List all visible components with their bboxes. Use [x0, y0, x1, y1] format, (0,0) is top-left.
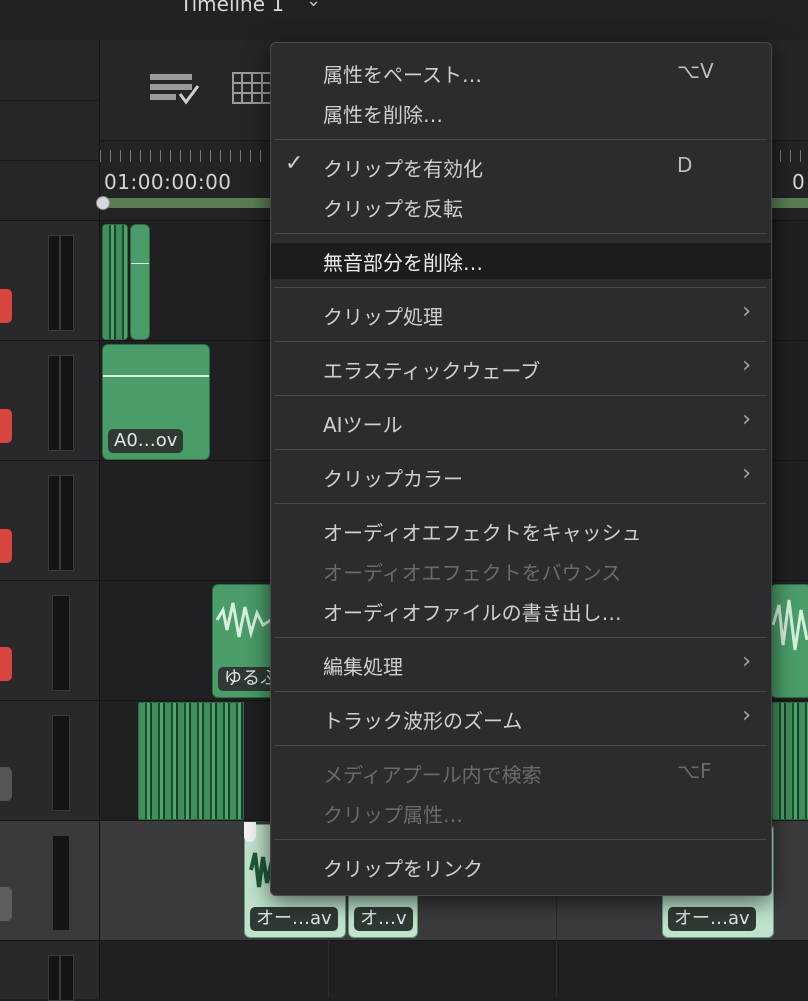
divider [0, 160, 99, 161]
track-header-a5[interactable] [0, 700, 100, 821]
clip-name-label: A0…ov [108, 429, 184, 453]
chevron-right-icon: › [742, 299, 751, 324]
record-arm-button[interactable] [0, 289, 12, 323]
record-arm-button[interactable] [0, 767, 12, 801]
audio-clip[interactable] [130, 224, 150, 340]
clip-name-label: オー…av [668, 907, 756, 931]
menu-separator [275, 637, 767, 638]
track-header-a7[interactable] [0, 940, 100, 1001]
track-header-panel [0, 40, 100, 220]
menu-item-cache-audio-effects[interactable]: オーディオエフェクトをキャッシュ [271, 513, 771, 549]
level-meter [48, 475, 74, 571]
clip-name-label: ゆるふ [218, 667, 275, 691]
chevron-right-icon: › [742, 407, 751, 432]
menu-separator [275, 449, 767, 450]
menu-separator [275, 745, 767, 746]
audio-clip[interactable]: ゆるふ [212, 584, 276, 698]
menu-item-bounce-audio-effects: オーディオエフェクトをバウンス [323, 561, 622, 585]
record-arm-button[interactable] [0, 529, 12, 563]
chevron-right-icon: › [742, 649, 751, 674]
track-select-icon[interactable] [150, 72, 200, 108]
record-arm-button[interactable] [0, 409, 12, 443]
level-meter [48, 235, 74, 331]
menu-separator [275, 287, 767, 288]
timeline-title-bar: Timeline 1 ⌄ [0, 0, 808, 41]
track-lane-a7[interactable] [100, 940, 808, 999]
menu-separator [275, 139, 767, 140]
menu-item-paste-attributes[interactable]: 属性をペースト… ⌥V [271, 55, 771, 91]
clip-name-label: オ…v [354, 907, 413, 931]
menu-separator [275, 691, 767, 692]
track-header-a3[interactable] [0, 460, 100, 581]
grid-icon[interactable] [232, 72, 272, 104]
level-meter [48, 355, 74, 451]
menu-item-remove-attributes[interactable]: 属性を削除… [271, 95, 771, 131]
menu-item-reverse-clip[interactable]: クリップを反転 [271, 189, 771, 225]
fade-handle[interactable] [244, 822, 256, 842]
menu-item-delete-silence[interactable]: 無音部分を削除… [271, 243, 771, 279]
ruler-timecode-next: 0 [792, 170, 805, 194]
menu-separator [275, 839, 767, 840]
level-meter [52, 835, 70, 931]
audio-clip[interactable] [772, 702, 808, 820]
menu-separator [275, 395, 767, 396]
menu-separator [275, 233, 767, 234]
audio-clip[interactable]: A0…ov [102, 344, 210, 460]
checkmark-icon: ✓ [285, 151, 304, 176]
ruler-timecode: 01:00:00:00 [104, 170, 232, 194]
menu-item-clip-attributes: クリップ属性… [323, 803, 463, 827]
menu-item-clip-color[interactable]: クリップカラー › [271, 459, 771, 495]
menu-separator [275, 503, 767, 504]
menu-separator [275, 341, 767, 342]
menu-item-export-audio-file[interactable]: オーディオファイルの書き出し… [271, 593, 771, 629]
menu-item-edit-processing[interactable]: 編集処理 › [271, 647, 771, 683]
menu-item-enable-clip[interactable]: ✓ クリップを有効化 D [271, 149, 771, 185]
track-header-a4[interactable] [0, 580, 100, 701]
chevron-right-icon: › [742, 353, 751, 378]
track-header-a6[interactable] [0, 820, 100, 941]
menu-item-ai-tools[interactable]: AIツール › [271, 405, 771, 441]
divider [0, 100, 99, 101]
shortcut-label: ⌥F [677, 759, 712, 783]
playhead-handle[interactable] [96, 196, 110, 210]
chevron-right-icon: › [742, 703, 751, 728]
shortcut-label: ⌥V [677, 59, 714, 83]
level-meter [52, 715, 70, 811]
record-arm-button[interactable] [0, 887, 12, 921]
track-header-a1[interactable] [0, 220, 100, 341]
level-meter [52, 595, 70, 691]
menu-item-elastic-wave[interactable]: エラスティックウェーブ › [271, 351, 771, 387]
track-header-a2[interactable] [0, 340, 100, 461]
audio-clip[interactable] [138, 702, 244, 820]
record-arm-button[interactable] [0, 647, 12, 681]
menu-item-zoom-waveform[interactable]: トラック波形のズーム › [271, 701, 771, 737]
menu-item-clip-processing[interactable]: クリップ処理 › [271, 297, 771, 333]
chevron-down-icon[interactable]: ⌄ [306, 0, 321, 11]
audio-clip[interactable] [102, 224, 128, 340]
level-meter [48, 955, 74, 1001]
clip-context-menu: 属性をペースト… ⌥V 属性を削除… ✓ クリップを有効化 D クリップを反転 … [270, 42, 772, 896]
shortcut-label: D [677, 153, 693, 177]
audio-clip[interactable] [770, 584, 808, 698]
menu-item-link-clips[interactable]: クリップをリンク [271, 849, 771, 885]
clip-name-label: オー…av [250, 907, 338, 931]
chevron-right-icon: › [742, 461, 751, 486]
timeline-name[interactable]: Timeline 1 [180, 0, 284, 16]
menu-item-find-in-media-pool: メディアプール内で検索 ⌥F [323, 759, 712, 787]
